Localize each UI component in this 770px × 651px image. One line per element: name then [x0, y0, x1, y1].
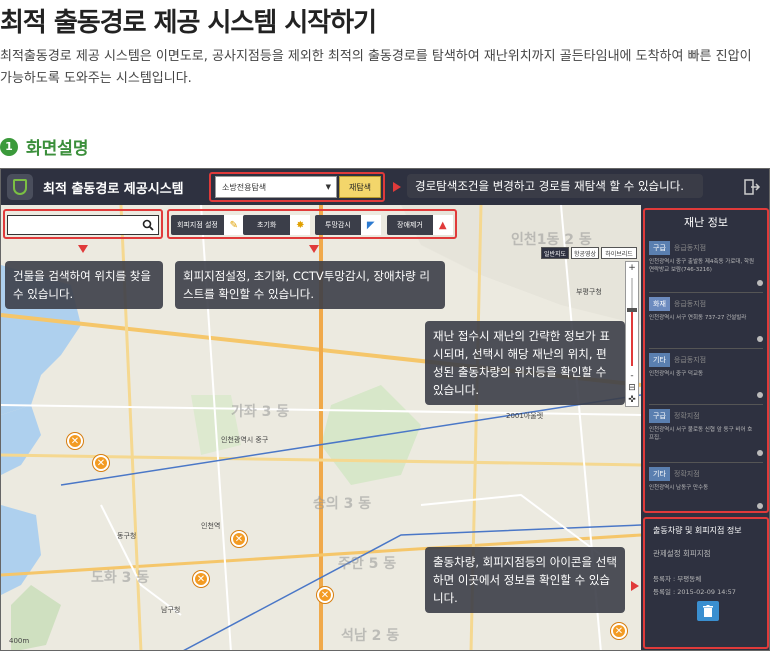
map-label: 도화 3 동	[91, 570, 150, 586]
tools-highlight	[167, 209, 457, 239]
vehicle-marker-icon[interactable]: ✕	[317, 587, 333, 603]
map-scale: 400m	[9, 637, 30, 645]
callout-search: 건물을 검색하여 위치를 찾을 수 있습니다.	[5, 261, 163, 309]
maptype-normal[interactable]: 일반지도	[541, 247, 569, 259]
zoom-slider[interactable]	[626, 274, 638, 370]
map-label: 인천광역시 중구	[221, 436, 269, 444]
vehicle-marker-icon[interactable]: ✕	[193, 571, 209, 587]
callout-route: 경로탐색조건을 변경하고 경로를 재탐색 할 수 있습니다.	[407, 174, 703, 198]
map-label: 동구청	[117, 532, 137, 540]
map-label: 가좌 3 동	[231, 404, 290, 420]
vehicle-info-highlight	[643, 517, 769, 649]
app-title: 최적 출동경로 제공시스템	[43, 182, 184, 197]
section-number: 1	[0, 137, 18, 156]
app-window: 최적 출동경로 제공시스템 소방전용탐색 ▼ 재탐색 인천1동 2 동 부평구청…	[0, 168, 770, 651]
arrow-right-icon	[393, 182, 401, 192]
zoom-in-button[interactable]: +	[626, 262, 638, 274]
map-label: 남구청	[161, 606, 181, 614]
arrow-right-icon	[631, 581, 639, 591]
section-title: 화면설명	[26, 139, 89, 159]
map-label: 석남 2 동	[341, 628, 400, 644]
arrow-down-icon	[78, 245, 88, 253]
vehicle-marker-icon[interactable]: ✕	[67, 433, 83, 449]
map-label: 2001아울렛	[506, 412, 544, 420]
logo-icon	[7, 174, 33, 200]
disaster-highlight	[643, 208, 769, 513]
zoom-control: + - ⊟ ✜	[625, 261, 639, 407]
logout-icon[interactable]	[743, 178, 761, 196]
compass-icon[interactable]: ✜	[626, 394, 638, 406]
measure-icon[interactable]: ⊟	[626, 382, 638, 394]
arrow-down-icon	[309, 245, 319, 253]
route-highlight	[209, 172, 385, 202]
vehicle-marker-icon[interactable]: ✕	[611, 623, 627, 639]
map-label: 숭의 3 동	[313, 496, 372, 512]
maptype-hybrid[interactable]: 하이브리드	[601, 247, 637, 259]
vehicle-marker-icon[interactable]: ✕	[93, 455, 109, 471]
section-heading: 1 화면설명	[0, 134, 89, 159]
search-highlight	[3, 209, 163, 239]
page-description: 최적출동경로 제공 시스템은 이면도로, 공사지점등을 제외한 최적의 출동경로…	[0, 49, 752, 86]
callout-vehicles: 출동차량, 회피지점등의 아이콘을 선택하면 이곳에서 정보를 확인할 수 있습…	[425, 547, 625, 613]
map-label: 인천역	[201, 522, 221, 530]
page-title: 최적 출동경로 제공 시스템 시작하기	[0, 8, 377, 38]
vehicle-marker-icon[interactable]: ✕	[231, 531, 247, 547]
callout-disaster: 재난 접수시 재난의 간략한 정보가 표시되며, 선택시 해당 재난의 위치, …	[425, 321, 625, 405]
map-label: 인천1동 2 동	[511, 232, 592, 248]
maptype-aerial[interactable]: 항공영상	[571, 247, 599, 259]
map-label: 부평구청	[576, 288, 602, 296]
callout-tools: 회피지점설정, 초기화, CCTV투망감시, 장애차량 리스트를 확인할 수 있…	[175, 261, 445, 309]
zoom-out-button[interactable]: -	[626, 370, 638, 382]
map-label: 주안 5 동	[338, 556, 397, 572]
